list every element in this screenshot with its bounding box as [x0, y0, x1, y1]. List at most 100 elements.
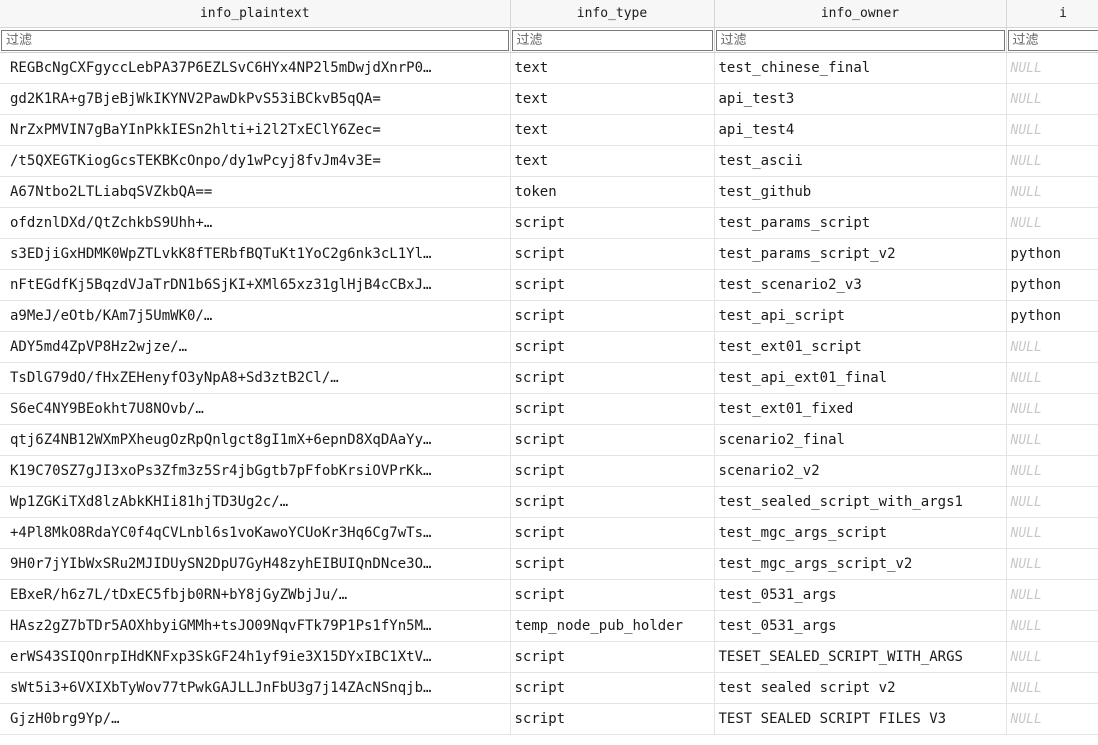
table-row[interactable]: 9H0r7jYIbWxSRu2MJIDUySN2DpU7GyH48zyhEIBU…	[0, 548, 1098, 580]
cell-info-type[interactable]: text	[510, 83, 715, 115]
table-row[interactable]: HAsz2gZ7bTDr5AOXhbyiGMMh+tsJO09NqvFTk79P…	[0, 610, 1098, 642]
table-row[interactable]: REGBcNgCXFgyccLebPA37P6EZLSvC6HYx4NP2l5m…	[0, 52, 1098, 84]
cell-info-lang[interactable]: NULL	[1006, 393, 1098, 425]
cell-info-owner[interactable]: test_params_script	[714, 207, 1007, 239]
cell-info-lang[interactable]: NULL	[1006, 703, 1098, 735]
cell-info-type[interactable]: script	[510, 300, 715, 332]
table-row[interactable]: s3EDjiGxHDMK0WpZTLvkK8fTERbfBQTuKt1YoC2g…	[0, 238, 1098, 270]
table-row[interactable]: A67Ntbo2LTLiabqSVZkbQA== token test_github…	[0, 176, 1098, 208]
table-row[interactable]: qtj6Z4NB12WXmPXheugOzRpQnlgct8gI1mX+6epn…	[0, 424, 1098, 456]
cell-info-plaintext[interactable]: NrZxPMVIN7gBaYInPkkIESn2hlti+i2l2TxEClY6…	[0, 114, 511, 146]
cell-info-lang[interactable]: python	[1006, 238, 1098, 270]
cell-info-owner[interactable]: api_test3	[714, 83, 1007, 115]
table-row[interactable]: K19C70SZ7gJI3xoPs3Zfm3z5Sr4jbGgtb7pFfobK…	[0, 455, 1098, 487]
table-row[interactable]: ADY5md4ZpVP8Hz2wjze/… script test_ext01_sc…	[0, 331, 1098, 363]
cell-info-plaintext[interactable]: K19C70SZ7gJI3xoPs3Zfm3z5Sr4jbGgtb7pFfobK…	[0, 455, 511, 487]
cell-info-owner[interactable]: test_0531_args	[714, 610, 1007, 642]
cell-info-type[interactable]: script	[510, 331, 715, 363]
cell-info-type[interactable]: script	[510, 207, 715, 239]
table-row[interactable]: /t5QXEGTKiogGcsTEKBKcOnpo/dy1wPcyj8fvJm4…	[0, 145, 1098, 177]
cell-info-plaintext[interactable]: Wp1ZGKiTXd8lzAbkKHIi81hjTD3Ug2c/…	[0, 486, 511, 518]
table-row[interactable]: a9MeJ/eOtb/KAm7j5UmWK0/… script test_api_s…	[0, 300, 1098, 332]
cell-info-type[interactable]: script	[510, 393, 715, 425]
cell-info-type[interactable]: text	[510, 52, 715, 84]
cell-info-lang[interactable]: NULL	[1006, 362, 1098, 394]
cell-info-owner[interactable]: test_mgc_args_script_v2	[714, 548, 1007, 580]
cell-info-type[interactable]: script	[510, 269, 715, 301]
cell-info-owner[interactable]: test_mgc_args_script	[714, 517, 1007, 549]
cell-info-plaintext[interactable]: TsDlG79dO/fHxZEHenyfO3yNpA8+Sd3ztB2Cl/…	[0, 362, 511, 394]
cell-info-lang[interactable]: NULL	[1006, 52, 1098, 84]
cell-info-plaintext[interactable]: ofdznlDXd/QtZchkbS9Uhh+…	[0, 207, 511, 239]
table-row[interactable]: NrZxPMVIN7gBaYInPkkIESn2hlti+i2l2TxEClY6…	[0, 114, 1098, 146]
table-row[interactable]: S6eC4NY9BEokht7U8NOvb/… script test_ext01_…	[0, 393, 1098, 425]
cell-info-plaintext[interactable]: nFtEGdfKj5BqzdVJaTrDN1b6SjKI+XMl65xz31gl…	[0, 269, 511, 301]
cell-info-owner[interactable]: test_ascii	[714, 145, 1007, 177]
column-header-info-lang[interactable]: i	[1006, 0, 1098, 28]
cell-info-owner[interactable]: test_sealed_script_with_args1	[714, 486, 1007, 518]
cell-info-lang[interactable]: NULL	[1006, 331, 1098, 363]
cell-info-owner[interactable]: test_github	[714, 176, 1007, 208]
table-row[interactable]: nFtEGdfKj5BqzdVJaTrDN1b6SjKI+XMl65xz31gl…	[0, 269, 1098, 301]
cell-info-owner[interactable]: test_params_script_v2	[714, 238, 1007, 270]
cell-info-plaintext[interactable]: +4Pl8MkO8RdaYC0f4qCVLnbl6s1voKawoYCUoKr3…	[0, 517, 511, 549]
column-header-info-type[interactable]: info_type	[510, 0, 715, 28]
cell-info-lang[interactable]: NULL	[1006, 579, 1098, 611]
cell-info-owner[interactable]: test_ext01_fixed	[714, 393, 1007, 425]
cell-info-type[interactable]: script	[510, 486, 715, 518]
cell-info-type[interactable]: script	[510, 641, 715, 673]
cell-info-lang[interactable]: NULL	[1006, 610, 1098, 642]
cell-info-type[interactable]: script	[510, 672, 715, 704]
table-row[interactable]: erWS43SIQOnrpIHdKNFxp3SkGF24h1yf9ie3X15D…	[0, 641, 1098, 673]
cell-info-owner[interactable]: test_scenario2_v3	[714, 269, 1007, 301]
cell-info-plaintext[interactable]: GjzH0brg9Yp/…	[0, 703, 511, 735]
table-row[interactable]: EBxeR/h6z7L/tDxEC5fbjb0RN+bY8jGyZWbjJu/……	[0, 579, 1098, 611]
cell-info-type[interactable]: token	[510, 176, 715, 208]
cell-info-lang[interactable]: NULL	[1006, 145, 1098, 177]
cell-info-owner[interactable]: test_ext01_script	[714, 331, 1007, 363]
cell-info-plaintext[interactable]: a9MeJ/eOtb/KAm7j5UmWK0/…	[0, 300, 511, 332]
cell-info-type[interactable]: script	[510, 424, 715, 456]
cell-info-lang[interactable]: NULL	[1006, 548, 1098, 580]
cell-info-plaintext[interactable]: HAsz2gZ7bTDr5AOXhbyiGMMh+tsJO09NqvFTk79P…	[0, 610, 511, 642]
cell-info-type[interactable]: script	[510, 455, 715, 487]
table-row[interactable]: TsDlG79dO/fHxZEHenyfO3yNpA8+Sd3ztB2Cl/… s…	[0, 362, 1098, 394]
table-row[interactable]: ofdznlDXd/QtZchkbS9Uhh+… script test_param…	[0, 207, 1098, 239]
cell-info-lang[interactable]: NULL	[1006, 424, 1098, 456]
filter-input-info-type[interactable]: 过滤	[511, 29, 713, 51]
cell-info-plaintext[interactable]: 9H0r7jYIbWxSRu2MJIDUySN2DpU7GyH48zyhEIBU…	[0, 548, 511, 580]
cell-info-plaintext[interactable]: qtj6Z4NB12WXmPXheugOzRpQnlgct8gI1mX+6epn…	[0, 424, 511, 456]
cell-info-lang[interactable]: NULL	[1006, 207, 1098, 239]
cell-info-lang[interactable]: python	[1006, 269, 1098, 301]
cell-info-plaintext[interactable]: S6eC4NY9BEokht7U8NOvb/…	[0, 393, 511, 425]
cell-info-type[interactable]: text	[510, 114, 715, 146]
cell-info-lang[interactable]: NULL	[1006, 83, 1098, 115]
filter-input-info-plaintext[interactable]: 过滤	[1, 29, 509, 51]
cell-info-owner[interactable]: test_0531_args	[714, 579, 1007, 611]
cell-info-type[interactable]: script	[510, 362, 715, 394]
cell-info-owner[interactable]: api_test4	[714, 114, 1007, 146]
cell-info-plaintext[interactable]: ADY5md4ZpVP8Hz2wjze/…	[0, 331, 511, 363]
cell-info-plaintext[interactable]: gd2K1RA+g7BjeBjWkIKYNV2PawDkPvS53iBCkvB5…	[0, 83, 511, 115]
cell-info-type[interactable]: script	[510, 517, 715, 549]
cell-info-owner[interactable]: test_chinese_final	[714, 52, 1007, 84]
cell-info-type[interactable]: script	[510, 548, 715, 580]
cell-info-plaintext[interactable]: EBxeR/h6z7L/tDxEC5fbjb0RN+bY8jGyZWbjJu/…	[0, 579, 511, 611]
table-row[interactable]: gd2K1RA+g7BjeBjWkIKYNV2PawDkPvS53iBCkvB5…	[0, 83, 1098, 115]
cell-info-lang[interactable]: NULL	[1006, 641, 1098, 673]
cell-info-type[interactable]: temp_node_pub_holder	[510, 610, 715, 642]
table-row[interactable]: GjzH0brg9Yp/… script TEST SEALED SCRIPT FI…	[0, 703, 1098, 735]
table-row[interactable]: sWt5i3+6VXIXbTyWov77tPwkGAJLLJnFbU3g7j14…	[0, 672, 1098, 704]
cell-info-lang[interactable]: NULL	[1006, 672, 1098, 704]
cell-info-type[interactable]: script	[510, 238, 715, 270]
cell-info-plaintext[interactable]: /t5QXEGTKiogGcsTEKBKcOnpo/dy1wPcyj8fvJm4…	[0, 145, 511, 177]
cell-info-lang[interactable]: NULL	[1006, 114, 1098, 146]
cell-info-owner[interactable]: scenario2_v2	[714, 455, 1007, 487]
table-row[interactable]: Wp1ZGKiTXd8lzAbkKHIi81hjTD3Ug2c/… script t…	[0, 486, 1098, 518]
cell-info-plaintext[interactable]: erWS43SIQOnrpIHdKNFxp3SkGF24h1yf9ie3X15D…	[0, 641, 511, 673]
cell-info-type[interactable]: script	[510, 703, 715, 735]
cell-info-plaintext[interactable]: A67Ntbo2LTLiabqSVZkbQA==	[0, 176, 511, 208]
column-header-info-plaintext[interactable]: info_plaintext	[0, 0, 511, 28]
cell-info-type[interactable]: script	[510, 579, 715, 611]
cell-info-lang[interactable]: NULL	[1006, 486, 1098, 518]
